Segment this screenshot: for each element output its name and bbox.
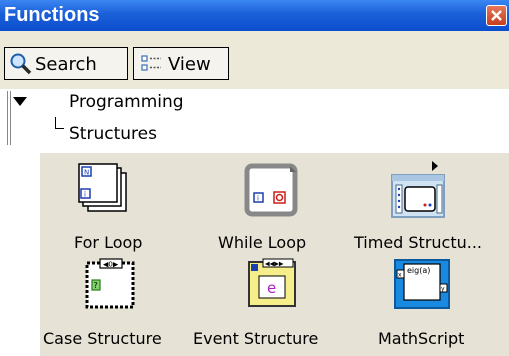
palette-item-label: MathScript xyxy=(378,329,465,348)
view-button[interactable]: View xyxy=(133,47,229,80)
timed-structure-icon xyxy=(391,161,445,218)
mathscript-icon: x y eig(a) xyxy=(394,259,450,309)
close-button[interactable] xyxy=(486,5,507,26)
palette-item-label: Case Structure xyxy=(43,329,162,348)
case-structure-icon: ◀0▶ ? xyxy=(85,258,135,309)
close-icon xyxy=(491,10,502,21)
palette-item-mathscript[interactable]: x y eig(a) MathScript xyxy=(354,258,509,356)
palette-item-event-structure[interactable]: ◀◀▶▶ e Event Structure xyxy=(193,258,350,356)
palette-item-label: For Loop xyxy=(74,233,143,252)
svg-text:y: y xyxy=(441,286,445,293)
palette-item-while-loop[interactable]: i While Loop xyxy=(200,153,350,253)
svg-text:◀0▶: ◀0▶ xyxy=(103,261,119,269)
svg-text:◀◀▶▶: ◀◀▶▶ xyxy=(265,261,284,268)
palette-item-case-structure[interactable]: ◀0▶ ? Case Structure xyxy=(40,258,186,356)
window-title: Functions xyxy=(4,4,100,26)
palette-item-for-loop[interactable]: N i For Loop xyxy=(40,153,186,253)
palette-item-label: Event Structure xyxy=(193,329,319,348)
tree-node-structures[interactable]: Structures xyxy=(69,124,157,144)
svg-text:i: i xyxy=(84,191,86,199)
palette-item-timed-structure[interactable]: Timed Structu... xyxy=(354,153,509,253)
event-structure-icon: ◀◀▶▶ e xyxy=(248,258,296,307)
while-loop-icon: i xyxy=(244,163,298,217)
tree-connector xyxy=(55,117,64,129)
tree-node-programming[interactable]: Programming xyxy=(69,92,184,112)
palette-item-label: Timed Structu... xyxy=(354,233,483,252)
svg-text:x: x xyxy=(398,272,402,279)
search-button-label: Search xyxy=(35,54,97,75)
svg-text:?: ? xyxy=(94,281,98,290)
view-button-label: View xyxy=(168,54,211,75)
title-bar: Functions xyxy=(0,0,509,31)
tree-divider xyxy=(7,91,11,145)
structures-palette: N i For Loop i While Loop Timed Structu.… xyxy=(40,153,509,356)
svg-text:e: e xyxy=(267,279,276,297)
magnifier-icon xyxy=(10,53,32,75)
palette-item-label: While Loop xyxy=(218,233,307,252)
svg-text:N: N xyxy=(84,169,89,177)
expand-triangle-icon[interactable] xyxy=(13,97,27,107)
mathscript-icon-text: eig(a) xyxy=(407,266,430,275)
search-button[interactable]: Search xyxy=(4,47,128,80)
svg-text:i: i xyxy=(257,195,259,203)
view-options-icon xyxy=(141,55,161,71)
for-loop-icon: N i xyxy=(78,163,127,212)
